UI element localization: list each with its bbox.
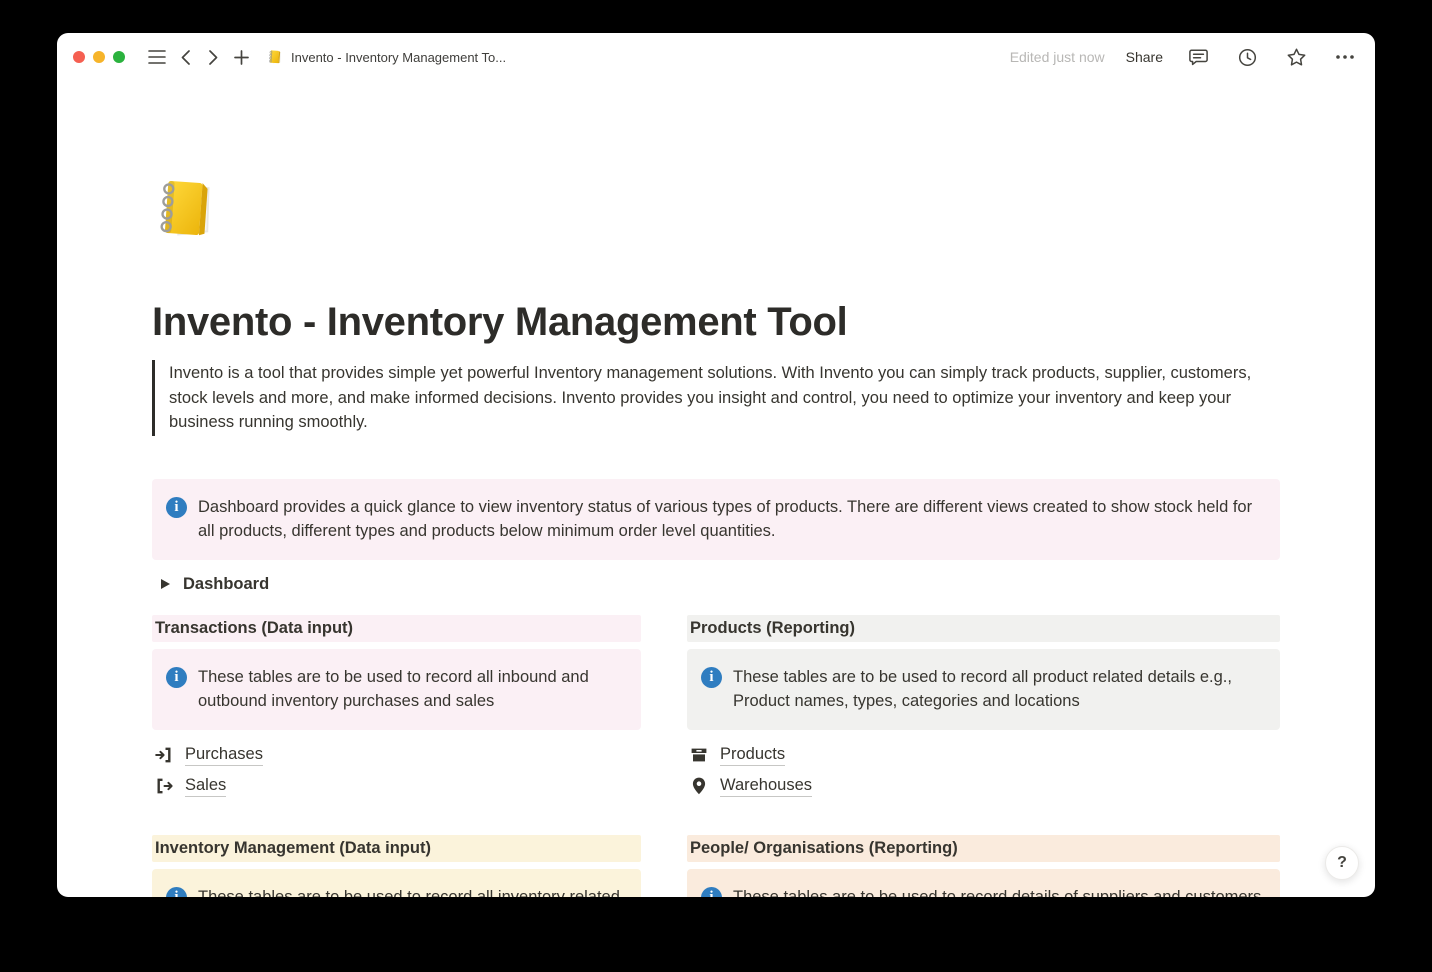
column-left: Transactions (Data input) i These tables… — [152, 615, 641, 898]
dashboard-toggle-label: Dashboard — [183, 575, 269, 594]
edited-status: Edited just now — [1010, 49, 1105, 65]
warehouses-link-label[interactable]: Warehouses — [720, 776, 812, 797]
intro-quote: Invento is a tool that provides simple y… — [152, 360, 1280, 436]
share-button[interactable]: Share — [1126, 49, 1163, 65]
page-content: Invento - Inventory Management Tool Inve… — [57, 81, 1375, 897]
sales-link-label[interactable]: Sales — [185, 776, 226, 797]
products-link-label[interactable]: Products — [720, 745, 785, 766]
people-callout-text: These tables are to be used to record de… — [733, 885, 1261, 898]
traffic-lights — [73, 51, 125, 63]
column-right: Products (Reporting) i These tables are … — [687, 615, 1280, 898]
columns: Transactions (Data input) i These tables… — [152, 615, 1280, 898]
titlebar: Invento - Inventory Management To... Edi… — [57, 33, 1375, 81]
products-links: Products Warehouses — [687, 740, 1280, 802]
info-icon: i — [166, 497, 187, 518]
heading-transactions: Transactions (Data input) — [152, 615, 641, 642]
dashboard-callout: i Dashboard provides a quick glance to v… — [152, 479, 1280, 560]
tab-title: Invento - Inventory Management To... — [291, 50, 506, 65]
transactions-links: Purchases Sales — [152, 740, 641, 802]
toggle-arrow-icon[interactable] — [161, 579, 170, 589]
archive-box-icon — [689, 745, 709, 765]
page-link-warehouses[interactable]: Warehouses — [687, 771, 1280, 802]
zoom-button[interactable] — [113, 51, 125, 63]
more-options-icon[interactable] — [1331, 43, 1359, 71]
dashboard-callout-text: Dashboard provides a quick glance to vie… — [198, 495, 1264, 544]
page-link-products[interactable]: Products — [687, 740, 1280, 771]
door-exit-icon — [154, 776, 174, 796]
heading-people-organisations: People/ Organisations (Reporting) — [687, 835, 1280, 862]
info-icon: i — [701, 887, 722, 898]
page-ledger-notebook-icon[interactable] — [152, 175, 224, 247]
app-window: Invento - Inventory Management To... Edi… — [57, 33, 1375, 897]
forward-icon[interactable] — [199, 43, 227, 71]
location-pin-icon — [689, 776, 709, 796]
transactions-callout-text: These tables are to be used to record al… — [198, 665, 625, 714]
info-icon: i — [166, 667, 187, 688]
comments-icon[interactable] — [1184, 43, 1212, 71]
info-icon: i — [166, 887, 187, 898]
page-link-sales[interactable]: Sales — [152, 771, 641, 802]
purchases-link-label[interactable]: Purchases — [185, 745, 263, 766]
breadcrumb[interactable]: Invento - Inventory Management To... — [267, 49, 506, 66]
history-clock-icon[interactable] — [1233, 43, 1261, 71]
titlebar-actions: Edited just now Share — [1010, 43, 1359, 71]
back-icon[interactable] — [171, 43, 199, 71]
products-callout-text: These tables are to be used to record al… — [733, 665, 1264, 714]
heading-products: Products (Reporting) — [687, 615, 1280, 642]
inventory-callout-text: These tables are to be used to record al… — [198, 885, 625, 898]
new-tab-icon[interactable] — [227, 43, 255, 71]
sidebar-toggle-icon[interactable] — [143, 43, 171, 71]
favorite-star-icon[interactable] — [1282, 43, 1310, 71]
page-link-purchases[interactable]: Purchases — [152, 740, 641, 771]
people-callout: i These tables are to be used to record … — [687, 869, 1280, 898]
page-title: Invento - Inventory Management Tool — [152, 300, 1280, 345]
heading-inventory-management: Inventory Management (Data input) — [152, 835, 641, 862]
info-icon: i — [701, 667, 722, 688]
help-button[interactable]: ? — [1325, 846, 1359, 880]
close-button[interactable] — [73, 51, 85, 63]
minimize-button[interactable] — [93, 51, 105, 63]
transactions-callout: i These tables are to be used to record … — [152, 649, 641, 730]
inventory-callout: i These tables are to be used to record … — [152, 869, 641, 898]
dashboard-toggle[interactable]: Dashboard — [152, 572, 1280, 597]
door-enter-icon — [154, 745, 174, 765]
products-callout: i These tables are to be used to record … — [687, 649, 1280, 730]
ledger-notebook-icon — [267, 49, 284, 66]
